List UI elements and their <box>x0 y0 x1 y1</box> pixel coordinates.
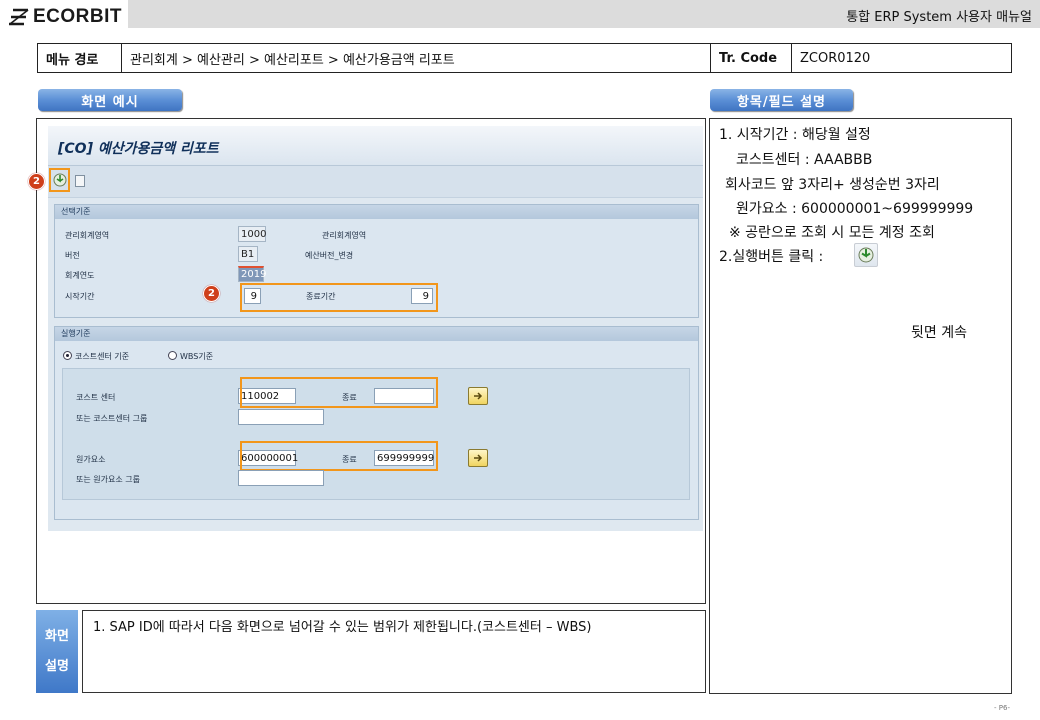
field-line-5: ※ 공란으로 조회 시 모든 계정 조회 <box>729 225 935 241</box>
field-line-6: 2.실행버튼 클릭 : <box>719 249 824 265</box>
screen-description-side-label: 화면 설명 <box>36 610 78 693</box>
period-end-input[interactable]: 9 <box>411 288 433 304</box>
run-button-image <box>854 243 878 267</box>
field-line-3: 회사코드 앞 3자리+ 생성순번 3자리 <box>725 177 940 193</box>
ecorbit-logo: ECORBIT <box>8 6 122 28</box>
sap-report-title: [CO] 예산가용금액 리포트 <box>58 141 219 157</box>
menu-path-value: 관리회계 > 예산관리 > 예산리포트 > 예산가용금액 리포트 <box>122 44 711 72</box>
execute-clock-icon <box>858 247 874 263</box>
cost-center-multiple-button[interactable] <box>468 387 488 405</box>
fiscal-year-label: 회계연도 <box>65 271 95 280</box>
radio-cost-center-label: 코스트센터 기준 <box>75 352 130 361</box>
logo-text: ECORBIT <box>33 6 122 27</box>
radio-wbs[interactable] <box>168 351 177 360</box>
period-highlight <box>240 283 438 312</box>
field-line-1: 1. 시작기간 : 해당월 설정 <box>719 127 871 143</box>
step-badge-execute: 2 <box>28 173 45 190</box>
menu-path-label: 메뉴 경로 <box>38 44 122 72</box>
cost-element-label: 원가요소 <box>76 455 106 464</box>
period-start-input[interactable]: 9 <box>244 288 261 304</box>
arrow-right-icon <box>474 392 483 400</box>
period-start-label: 시작기간 <box>65 292 95 301</box>
cost-center-highlight <box>240 377 438 408</box>
field-description-tab: 항목/필드 설명 <box>710 89 853 111</box>
cost-center-group-input[interactable] <box>238 409 324 425</box>
cost-center-group-label: 또는 코스트센터 그룹 <box>76 414 148 423</box>
radio-cost-center[interactable] <box>63 351 72 360</box>
co-area-label: 관리회계영역 <box>65 231 110 240</box>
arrow-right-icon <box>474 454 483 462</box>
period-end-label: 종료기간 <box>306 292 336 301</box>
version-desc: 예산버전_변경 <box>305 251 354 260</box>
variant-icon[interactable] <box>75 175 85 187</box>
screen-description-box: 1. SAP ID에 따라서 다음 화면으로 넘어갈 수 있는 범위가 제한됩니… <box>82 610 706 693</box>
execute-clock-icon <box>53 173 67 187</box>
tcode-label: Tr. Code <box>711 44 792 72</box>
screen-example-tab: 화면 예시 <box>38 89 182 111</box>
continued-note: 뒷면 계속 <box>911 325 967 341</box>
step-badge-period: 2 <box>203 285 220 302</box>
co-area-field[interactable]: 1000 <box>238 226 266 242</box>
execute-button[interactable] <box>53 172 67 187</box>
page-number: - P6- <box>994 704 1010 712</box>
fiscal-year-field[interactable]: 2019 <box>238 266 266 282</box>
manual-title: 통합 ERP System 사용자 매뉴얼 <box>846 10 1032 25</box>
field-line-4: 원가요소 : 600000001~699999999 <box>736 201 974 217</box>
menu-path-table: 메뉴 경로 관리회계 > 예산관리 > 예산리포트 > 예산가용금액 리포트 T… <box>37 43 1012 73</box>
cost-center-label: 코스트 센터 <box>76 393 116 402</box>
tcode-value: ZCOR0120 <box>800 50 871 66</box>
cost-element-highlight <box>240 441 438 471</box>
co-area-desc: 관리회계영역 <box>322 231 367 240</box>
version-label: 버전 <box>65 251 80 260</box>
side-label-line-1: 화면 <box>45 628 69 644</box>
cost-element-group-label: 또는 원가요소 그룹 <box>76 475 140 484</box>
field-line-2: 코스트센터 : AAABBB <box>736 152 873 168</box>
radio-wbs-label: WBS기준 <box>180 352 214 361</box>
version-field[interactable]: B1 <box>238 246 258 262</box>
selection-criteria-header: 선택기준 <box>55 205 698 219</box>
logo-mark-icon <box>9 8 29 26</box>
execution-criteria-header: 실행기준 <box>55 327 698 341</box>
cost-element-group-input[interactable] <box>238 470 324 486</box>
side-label-line-2: 설명 <box>45 658 69 674</box>
cost-element-multiple-button[interactable] <box>468 449 488 467</box>
screen-description-text: 1. SAP ID에 따라서 다음 화면으로 넘어갈 수 있는 범위가 제한됩니… <box>93 620 592 635</box>
sap-toolbar <box>48 166 703 198</box>
